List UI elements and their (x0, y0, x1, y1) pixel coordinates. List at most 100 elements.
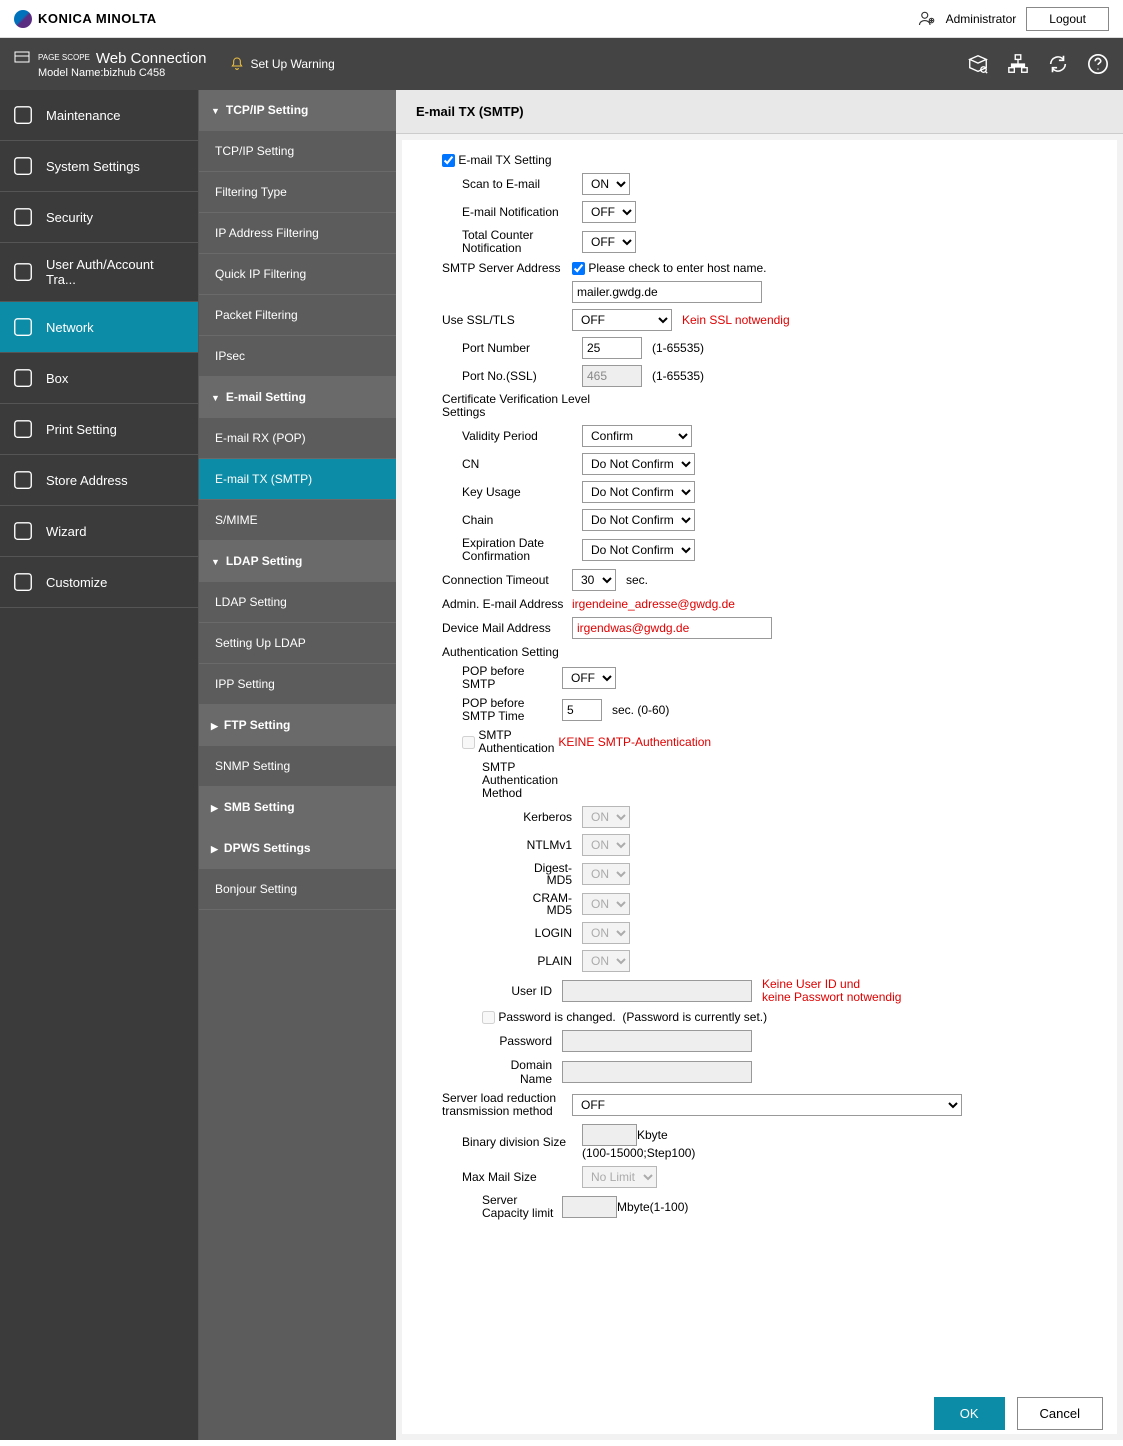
sidebar-group[interactable]: LDAP Setting (199, 541, 396, 582)
server-cap-input (562, 1196, 617, 1218)
panel-body: E-mail TX Setting Scan to E-mailON E-mai… (402, 140, 1117, 1434)
user-icon (918, 10, 936, 28)
header-icons (967, 53, 1109, 75)
device-mail-input[interactable] (572, 617, 772, 639)
wizard-icon (12, 520, 34, 542)
sidebar-sub-item[interactable]: S/MIME (199, 500, 396, 541)
sidebar-sub-item[interactable]: IPP Setting (199, 664, 396, 705)
pagescope-icon (14, 49, 32, 67)
box-search-icon[interactable] (967, 53, 989, 75)
plain-select: ON (582, 950, 630, 972)
sidebar-group[interactable]: SMB Setting (199, 787, 396, 828)
admin-email-value: irgendeine_adresse@gwdg.de (572, 597, 735, 611)
sidebar-group[interactable]: TCP/IP Setting (199, 90, 396, 131)
sidebar-sub-item[interactable]: Filtering Type (199, 172, 396, 213)
chain-select[interactable]: Do Not Confirm (582, 509, 695, 531)
pop-before-select[interactable]: OFF (562, 667, 616, 689)
user-role: Administrator (946, 12, 1017, 26)
sidebar-sub-item[interactable]: LDAP Setting (199, 582, 396, 623)
content-panel: E-mail TX (SMTP) E-mail TX Setting Scan … (396, 90, 1123, 1440)
ok-button[interactable]: OK (934, 1397, 1005, 1430)
model-name: Model Name:bizhub C458 (38, 67, 207, 79)
sidebar-sub-item[interactable]: E-mail RX (POP) (199, 418, 396, 459)
keyusage-select[interactable]: Do Not Confirm (582, 481, 695, 503)
customize-icon (12, 571, 34, 593)
pop-time-input[interactable] (562, 699, 602, 721)
topbar: KONICA MINOLTA Administrator Logout (0, 0, 1123, 38)
server-load-select[interactable]: OFF (572, 1094, 962, 1116)
smtp-host-input[interactable] (572, 281, 762, 303)
sidebar-item-customize[interactable]: Customize (0, 557, 198, 608)
gears-icon (12, 155, 34, 177)
expd-select[interactable]: Do Not Confirm (582, 539, 695, 561)
address-icon (12, 469, 34, 491)
network-tree-icon[interactable] (1007, 53, 1029, 75)
header-bar: PAGE SCOPE Web Connection Model Name:biz… (0, 38, 1123, 90)
sidebar-sub-item[interactable]: Quick IP Filtering (199, 254, 396, 295)
sidebar-sub-item[interactable]: SNMP Setting (199, 746, 396, 787)
total-counter-select[interactable]: OFF (582, 231, 636, 253)
shield-icon (12, 206, 34, 228)
sidebar-group[interactable]: FTP Setting (199, 705, 396, 746)
sidebar-sub-item[interactable]: IPsec (199, 336, 396, 377)
conn-timeout-select[interactable]: 30 (572, 569, 616, 591)
brand-text: KONICA MINOLTA (38, 11, 157, 26)
max-mail-select: No Limit (582, 1166, 657, 1188)
ssl-note: Kein SSL notwendig (682, 313, 790, 327)
login-select: ON (582, 922, 630, 944)
sidebar-item-maintenance[interactable]: Maintenance (0, 90, 198, 141)
brand-logo-icon (14, 10, 32, 28)
setup-warning[interactable]: Set Up Warning (229, 56, 335, 72)
user-icon (12, 261, 34, 283)
pwd-changed-checkbox (482, 1011, 495, 1024)
sidebar-item-store-address[interactable]: Store Address (0, 455, 198, 506)
sidebar-secondary: TCP/IP SettingTCP/IP SettingFiltering Ty… (198, 90, 396, 1440)
sidebar-item-wizard[interactable]: Wizard (0, 506, 198, 557)
main: MaintenanceSystem SettingsSecurityUser A… (0, 90, 1123, 1440)
ntlm-select: ON (582, 834, 630, 856)
sidebar-item-user-auth-account-tra-[interactable]: User Auth/Account Tra... (0, 243, 198, 302)
cancel-button[interactable]: Cancel (1017, 1397, 1103, 1430)
sidebar-item-system-settings[interactable]: System Settings (0, 141, 198, 192)
kerberos-select: ON (582, 806, 630, 828)
sidebar-sub-item[interactable]: Setting Up LDAP (199, 623, 396, 664)
smtp-auth-checkbox (462, 736, 475, 749)
binary-size-input (582, 1124, 637, 1146)
user-box: Administrator Logout (918, 7, 1109, 31)
panel-title: E-mail TX (SMTP) (396, 90, 1123, 134)
sidebar-sub-item[interactable]: Bonjour Setting (199, 869, 396, 910)
sidebar-sub-item[interactable]: Packet Filtering (199, 295, 396, 336)
sidebar-group[interactable]: E-mail Setting (199, 377, 396, 418)
sidebar-item-security[interactable]: Security (0, 192, 198, 243)
warning-bell-icon (229, 56, 245, 72)
smtp-host-checkbox[interactable] (572, 262, 585, 275)
brand: KONICA MINOLTA (14, 10, 157, 28)
port-ssl-input (582, 365, 642, 387)
userid-input (562, 980, 752, 1002)
cn-select[interactable]: Do Not Confirm (582, 453, 695, 475)
wrench-icon (12, 104, 34, 126)
footer-buttons: OK Cancel (934, 1397, 1103, 1430)
scan-to-email-select[interactable]: ON (582, 173, 630, 195)
sidebar-item-box[interactable]: Box (0, 353, 198, 404)
digest-select: ON (582, 863, 630, 885)
sidebar-group[interactable]: DPWS Settings (199, 828, 396, 869)
refresh-icon[interactable] (1047, 53, 1069, 75)
printer-icon (12, 418, 34, 440)
validity-select[interactable]: Confirm (582, 425, 692, 447)
email-tx-checkbox[interactable] (442, 154, 455, 167)
email-notif-select[interactable]: OFF (582, 201, 636, 223)
sidebar-sub-item[interactable]: E-mail TX (SMTP) (199, 459, 396, 500)
cram-select: ON (582, 893, 630, 915)
smtp-auth-note: KEINE SMTP-Authentication (558, 735, 711, 749)
sidebar-item-network[interactable]: Network (0, 302, 198, 353)
ssl-select[interactable]: OFF (572, 309, 672, 331)
sidebar-item-print-setting[interactable]: Print Setting (0, 404, 198, 455)
sidebar-sub-item[interactable]: TCP/IP Setting (199, 131, 396, 172)
box-icon (12, 367, 34, 389)
sidebar-primary: MaintenanceSystem SettingsSecurityUser A… (0, 90, 198, 1440)
logout-button[interactable]: Logout (1026, 7, 1109, 31)
sidebar-sub-item[interactable]: IP Address Filtering (199, 213, 396, 254)
help-icon[interactable] (1087, 53, 1109, 75)
port-input[interactable] (582, 337, 642, 359)
